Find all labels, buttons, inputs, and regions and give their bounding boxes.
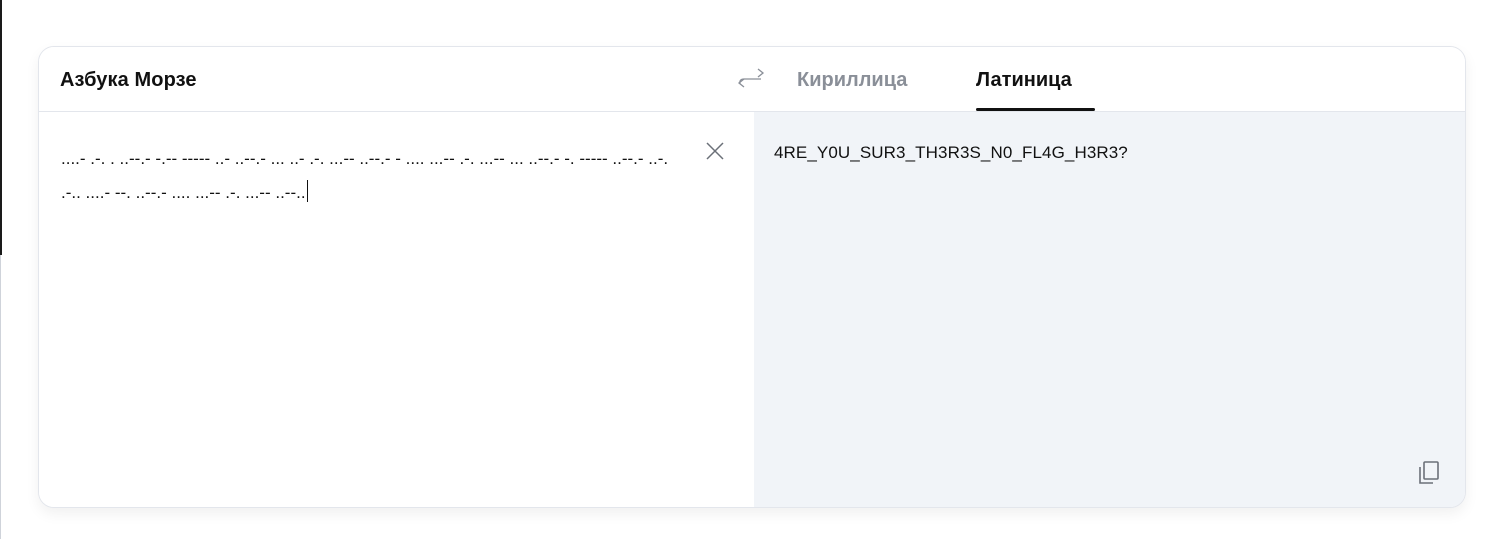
translator-card: Азбука Морзе Кириллица Латиница ....- .-… [38,46,1466,508]
tab-cyrillic[interactable]: Кириллица [797,69,907,92]
source-language-label[interactable]: Азбука Морзе [60,69,197,92]
close-icon[interactable] [704,140,726,162]
translation-output: 4RE_Y0U_SUR3_TH3R3S_N0_FL4G_H3R3? [774,143,1128,162]
swap-arrows-icon[interactable] [736,67,770,93]
morse-input-text: ....- .-. . ..--.- -.-- ----- ..- ..--.-… [61,149,673,202]
translator-header: Азбука Морзе Кириллица Латиница [39,47,1465,112]
active-tab-indicator [976,108,1095,111]
input-pane[interactable]: ....- .-. . ..--.- -.-- ----- ..- ..--.-… [39,112,754,507]
text-caret [306,180,308,202]
window-edge [0,0,2,255]
copy-icon[interactable] [1416,459,1442,487]
output-pane: 4RE_Y0U_SUR3_TH3R3S_N0_FL4G_H3R3? [754,112,1465,507]
tab-latin[interactable]: Латиница [976,69,1072,92]
window-edge-lower [0,255,1,539]
morse-input-field[interactable]: ....- .-. . ..--.- -.-- ----- ..- ..--.-… [61,142,671,210]
